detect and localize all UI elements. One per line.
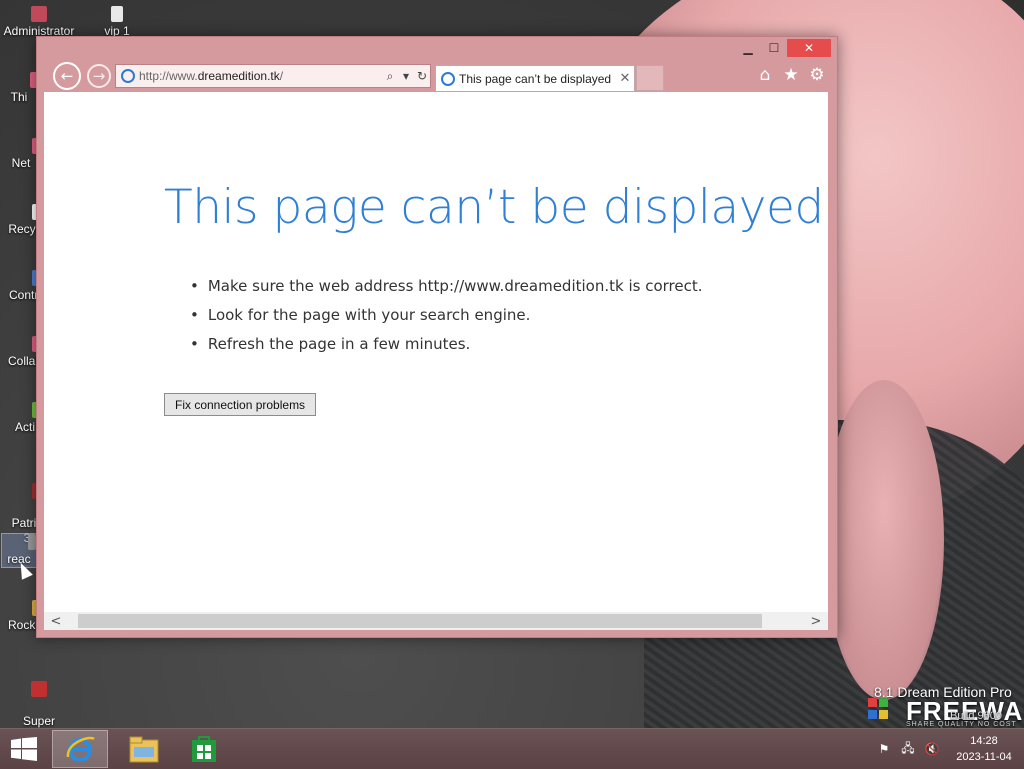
navigation-bar: ← → http://www.dreamedition.tk/ ⌕ ▾ ↻ Th… xyxy=(43,61,831,91)
window-controls: ▁ ☐ ✕ xyxy=(735,39,831,57)
favorites-star-icon[interactable]: ★ xyxy=(781,65,801,85)
os-watermark: 8.1 Dream Edition Pro FREEWARE Build 960… xyxy=(866,684,1024,728)
flash-icon xyxy=(31,681,47,697)
desktop-icon-vip1[interactable]: vip 1 xyxy=(78,6,156,39)
horizontal-scrollbar[interactable]: < > xyxy=(44,612,828,630)
browser-window: ▁ ☐ ✕ ← → http://www.dreamedition.tk/ ⌕ … xyxy=(36,36,838,638)
windows-logo-icon xyxy=(868,698,888,719)
page-content: This page can’t be displayed Make sure t… xyxy=(44,92,828,612)
taskbar-internet-explorer[interactable] xyxy=(52,730,108,768)
clock[interactable]: 14:28 2023-11-04 xyxy=(944,733,1024,765)
tab-active[interactable]: This page can’t be displayed ✕ xyxy=(435,65,635,91)
taskbar-file-explorer[interactable] xyxy=(116,730,172,768)
new-tab-button[interactable] xyxy=(636,65,664,91)
url-prefix: http://www. xyxy=(139,69,198,83)
taskbar-store[interactable] xyxy=(176,730,232,768)
windows-start-icon xyxy=(11,737,37,761)
tip-item: Refresh the page in a few minutes. xyxy=(190,330,703,359)
network-icon[interactable]: 🖧 xyxy=(896,739,920,760)
wallpaper-braid xyxy=(824,380,944,700)
dropdown-icon[interactable]: ▾ xyxy=(398,69,414,83)
ie-page-icon xyxy=(121,69,135,83)
address-url[interactable]: http://www.dreamedition.tk/ xyxy=(139,69,382,83)
app-icon xyxy=(28,534,36,550)
action-center-flag-icon[interactable]: ⚑ xyxy=(872,742,896,756)
desktop-icon-administrator[interactable]: Administrator xyxy=(0,6,78,39)
page-title: This page can’t be displayed xyxy=(164,180,824,235)
file-explorer-icon xyxy=(129,736,159,763)
url-domain: dreamedition.tk xyxy=(197,69,280,83)
scroll-right-icon[interactable]: > xyxy=(806,612,826,630)
back-arrow-icon: ← xyxy=(60,67,74,85)
fix-connection-button[interactable]: Fix connection problems xyxy=(164,393,317,416)
clock-date: 2023-11-04 xyxy=(956,751,1012,763)
tip-item: Look for the page with your search engin… xyxy=(190,301,703,330)
tip-item: Make sure the web address http://www.dre… xyxy=(190,272,703,301)
forward-arrow-icon: → xyxy=(92,67,106,85)
text-file-icon xyxy=(111,6,123,22)
user-folder-icon xyxy=(31,6,47,22)
scroll-left-icon[interactable]: < xyxy=(46,612,66,630)
error-tips-list: Make sure the web address http://www.dre… xyxy=(190,272,703,359)
close-button[interactable]: ✕ xyxy=(787,39,831,57)
refresh-icon[interactable]: ↻ xyxy=(414,69,430,83)
home-icon[interactable]: ⌂ xyxy=(755,65,775,85)
minimize-button[interactable]: ▁ xyxy=(735,39,761,57)
internet-explorer-icon xyxy=(66,736,95,762)
start-button[interactable] xyxy=(0,729,48,769)
forward-button[interactable]: → xyxy=(87,64,111,88)
clock-time: 14:28 xyxy=(970,735,998,747)
scroll-thumb[interactable] xyxy=(78,614,762,628)
taskbar: ⚑ 🖧 🔇 14:28 2023-11-04 xyxy=(0,728,1024,769)
watermark-tagline: SHARE QUALITY NO COST xyxy=(906,721,1017,728)
tab-title: This page can’t be displayed xyxy=(459,71,612,86)
tab-close-icon[interactable]: ✕ xyxy=(616,71,634,86)
ie-tab-icon xyxy=(441,71,455,86)
browser-toolbar: ⌂ ★ ⚙ xyxy=(755,65,827,85)
back-button[interactable]: ← xyxy=(53,62,81,90)
store-icon xyxy=(192,736,216,762)
system-tray: ⚑ 🖧 🔇 14:28 2023-11-04 xyxy=(872,729,1024,769)
search-icon[interactable]: ⌕ xyxy=(382,69,398,84)
settings-gear-icon[interactable]: ⚙ xyxy=(807,65,827,85)
address-bar[interactable]: http://www.dreamedition.tk/ ⌕ ▾ ↻ xyxy=(115,64,431,88)
maximize-button[interactable]: ☐ xyxy=(761,39,787,57)
url-suffix: / xyxy=(279,69,284,83)
volume-muted-icon[interactable]: 🔇 xyxy=(920,742,944,756)
